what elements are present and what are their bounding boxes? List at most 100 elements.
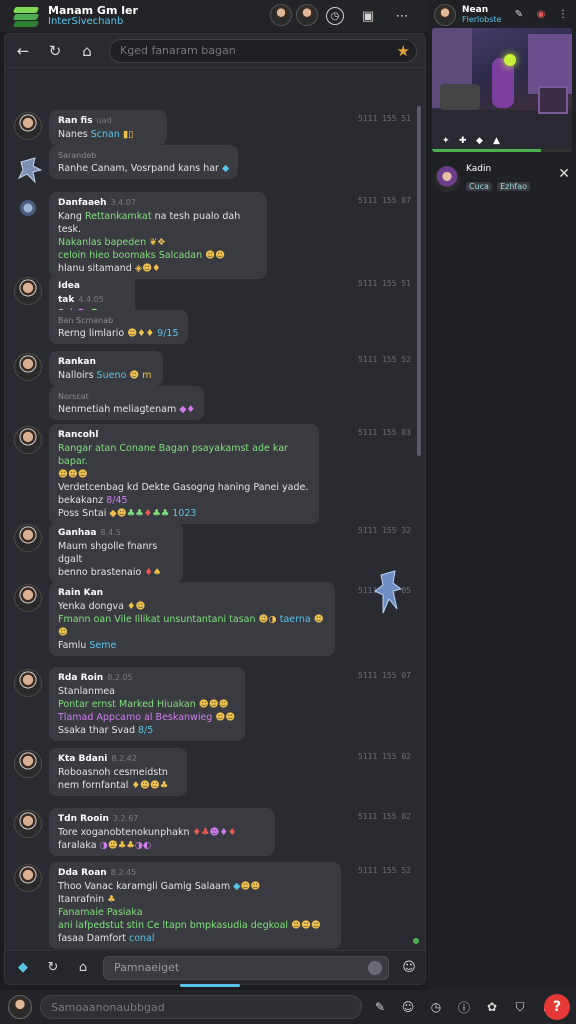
message-text: conal [128,933,155,944]
viewer-sub: Cuca [466,182,492,191]
taskbar-icons: ✎ ☺ ◷ ⓘ ✿ ⛉ ⤢ [372,999,556,1015]
message-list[interactable]: 5111 155 51 Ran fis uad Nanes Scnan ▮▯ Saran… [5,70,421,950]
message-text: Roboasnoh cesmeidstn [58,767,168,778]
sender-name[interactable]: Ganhaa [58,528,96,538]
message-text: Poss Sntai [58,508,110,519]
sender-name[interactable]: Rda Roin [58,673,103,683]
message-bubble[interactable]: Rda Roin 8.2.05 Stanlanmea Pontar ernst Mar… [49,667,245,741]
avatar[interactable] [14,810,42,838]
message-bubble[interactable]: Ban Scmanab Rerng limlario ☻♦♦ 9/15 [49,310,188,344]
message-text: Ranhe Canam, Vosrpand kans har [58,163,222,174]
star-icon[interactable]: ★ [397,42,410,60]
help-button[interactable]: ? [544,994,570,1020]
more-icon[interactable]: ⋯ [392,6,412,26]
viewer-card[interactable]: Kadin Cuca Ezhfao [434,164,530,193]
message-text: Nenmetiah meliagtenam [58,404,180,415]
message-bubble[interactable]: Rain Kan Yenka dongva ♦☻ Fmann oan Vile Il… [49,582,335,656]
avatar[interactable] [270,4,292,26]
message-text: Fanamaie Pasiaka [58,907,143,918]
message-bubble[interactable]: Ganhaa 8.4.5 Maum shgolle fnanrs dgalt benn… [49,522,183,583]
message-bubble[interactable]: Kta Bdani 8.2.42 Roboasnoh cesmeidstn nem f… [49,748,187,796]
clock-icon[interactable]: ◷ [326,7,344,25]
attachment-icon[interactable]: ⌂ [73,958,93,978]
sender-name[interactable]: Rain Kan [58,588,103,598]
close-icon[interactable]: ✕ [558,166,570,182]
timer-icon[interactable]: ◷ [428,999,444,1015]
emoji-icon[interactable]: ☺ [399,958,419,978]
avatar[interactable] [14,277,42,305]
sender-meta: 8.2.05 [107,673,133,682]
message-input[interactable]: Pamnaeiget [103,955,389,980]
avatar[interactable] [14,194,42,222]
message-line: Rerng limlario ☻♦♦ 9/15 [58,327,179,340]
streamer-sub: Flerlobste [462,15,502,24]
message-text: Maum shgolle fnanrs dgalt [58,541,158,565]
scrollbar[interactable] [417,106,421,456]
message-line: Tore xoganobtenokunphakn ♦♣☻♦♦ [58,826,266,839]
avatar[interactable] [434,4,456,26]
sender-name[interactable]: Tdn Rooin [58,814,109,824]
avatar[interactable] [14,750,42,778]
gear-icon[interactable]: ✿ [484,999,500,1015]
message-text: taerna [276,614,311,625]
layers-icon[interactable]: ◆ [13,958,33,978]
avatar[interactable] [14,584,42,612]
message-line: Yenka dongva ♦☻ [58,600,326,613]
back-arrow-icon[interactable]: ← [13,41,33,61]
message-line: Nalloirs Sueno ☻ m [58,369,154,382]
message-line: Famlu Seme [58,639,326,652]
face-icon[interactable]: ☺ [400,999,416,1015]
sender-name[interactable]: Dda Roan [58,868,107,878]
sender-name[interactable]: Ran fis [58,116,93,126]
avatar[interactable] [14,112,42,140]
message-bubble[interactable]: Sarandeb Ranhe Canam, Vosrpand kans har ◆ [49,145,239,179]
streamer-name: Nean [462,5,489,15]
menu-icon[interactable]: ⋮ [556,7,570,21]
sender-name[interactable]: Idea tak [58,281,80,305]
sender-name[interactable]: Kta Bdani [58,754,107,764]
message-bubble[interactable]: Rankan Nalloirs Sueno ☻ m [49,351,163,386]
record-icon[interactable]: ◉ [534,7,548,21]
message-text: Tlamad Appcamo al Beskanwieg [58,712,213,723]
pen-icon[interactable]: ✎ [512,7,526,21]
message-line: Verdetcenbag kd Dekte Gasogng haning Pan… [58,481,310,494]
message-bubble[interactable]: Rancohl Rangar atan Conane Bagan psayakam… [49,424,319,524]
mic-icon[interactable] [368,960,382,975]
message-bubble[interactable]: Dda Roan 8.2.45 Thoo Vanac karamgli Gamig … [49,862,341,949]
window-icon[interactable]: ▣ [358,6,378,26]
message-line: nem fornfantal ♦☻☻♣ [58,779,178,792]
reload-icon[interactable]: ↻ [45,41,65,61]
message-bubble[interactable]: Tdn Rooin 3.2.67 Tore xoganobtenokunphakn … [49,808,275,856]
message-bubble[interactable]: Ran fis uad Nanes Scnan ▮▯ [49,110,167,145]
message-text: 1023 [169,508,197,519]
shield-icon[interactable]: ⛉ [512,999,528,1015]
refresh-icon[interactable]: ↻ [43,958,63,978]
message-text: ♠ [152,567,162,578]
url-input[interactable]: Kged fanaram bagan ★ [109,38,417,63]
avatar[interactable] [14,669,42,697]
composer: ◆ ↻ ⌂ Pamnaeiget ☺ [5,950,425,984]
info-icon[interactable]: ⓘ [456,999,472,1015]
avatar[interactable] [14,524,42,552]
message-text: ♦☻☻♣ [131,780,169,791]
message-text: faralaka [58,840,100,851]
message-bubble[interactable]: Norscat Nenmetiah meliagtenam ◆♦ [49,386,205,420]
avatar[interactable] [14,426,42,454]
lock-icon[interactable]: ⌂ [77,41,97,61]
message-line: fasaa Damfort conal [58,932,332,945]
message-bubble[interactable]: Danfaaeh 3.4.07 Kang Rettankamkat na tesh … [49,192,267,279]
brush-icon[interactable]: ✎ [372,999,388,1015]
game-stream-view[interactable]: ✦ ✚ ◆ ▲ [432,28,572,152]
message-text: Tore xoganobtenokunphakn [58,827,193,838]
avatar[interactable] [14,353,42,381]
sender-name[interactable]: Danfaaeh [58,198,107,208]
avatar[interactable] [296,4,318,26]
avatar[interactable] [8,995,32,1019]
avatar[interactable] [14,864,42,892]
message-text: ◈☻♦ [134,263,161,274]
taskbar-search-input[interactable]: Samoaanonaubbgad [40,995,362,1019]
sender-name[interactable]: Rankan [58,357,96,367]
message-line: Nenmetiah meliagtenam ◆♦ [58,403,195,416]
sender-name[interactable]: Rancohl [58,430,98,440]
message-text: Itanrafnin [58,894,108,905]
